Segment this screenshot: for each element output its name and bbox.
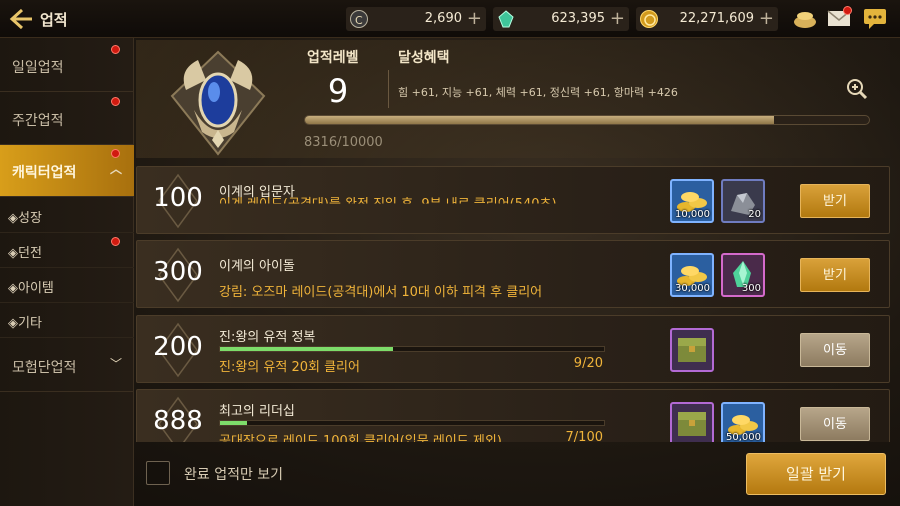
divider (388, 70, 389, 108)
sidebar-subitem-dungeon[interactable]: ◈던전 (0, 233, 134, 268)
notification-dot (843, 6, 852, 15)
claim-all-button[interactable]: 일괄 받기 (746, 453, 886, 495)
sidebar-subitem-growth[interactable]: ◈성장 (0, 198, 134, 233)
achievement-points: 300 (153, 257, 203, 287)
sidebar-item-adventure[interactable]: 모험단업적 ﹀ (0, 340, 134, 392)
c-coin-icon: C (350, 10, 368, 28)
zoom-in-icon[interactable] (846, 78, 868, 100)
reward-quantity: 20 (748, 209, 761, 220)
achievement-points: 888 (153, 406, 203, 436)
top-bar: 업적 C 2,690 + 623,395 + 22,271,609 + (0, 0, 900, 38)
bonus-text: 힘 +61, 지능 +61, 체력 +61, 정신력 +61, 항마력 +426 (398, 86, 678, 99)
notification-dot (111, 149, 120, 158)
achievement-progress-fill (220, 421, 247, 425)
achievement-desc: 강림: 오즈마 레이드(공격대)에서 10대 이하 피격 후 클리어 (219, 285, 543, 300)
notification-dot (111, 45, 120, 54)
gold-coins-icon[interactable]: 30,000 (670, 253, 714, 297)
metal-ore-icon[interactable]: 20 (721, 179, 765, 223)
sidebar-item-label: ◈기타 (8, 316, 42, 331)
gold-coin-icon (640, 10, 658, 28)
achievement-points: 200 (153, 332, 203, 362)
sidebar: 일일업적 주간업적 캐릭터업적 ︿ ◈성장 ◈던전 ◈아이템 ◈기타 모험단업적… (0, 38, 134, 506)
reward-quantity: 10,000 (675, 209, 710, 220)
completed-only-label: 완료 업적만 보기 (184, 467, 284, 483)
achievement-progress-text: 7/100 (565, 430, 603, 442)
reward-quantity: 300 (741, 283, 761, 294)
achievement-card: 300 이계의 아이돌 강림: 오즈마 레이드(공격대)에서 10대 이하 피격… (136, 240, 890, 308)
move-button[interactable]: 이동 (800, 407, 870, 441)
claim-button[interactable]: 받기 (800, 184, 870, 218)
currency-gold-coin: 22,271,609 + (636, 7, 778, 31)
currency-c-coin: C 2,690 + (346, 7, 486, 31)
gold-coins-icon[interactable]: 10,000 (670, 179, 714, 223)
achievement-progress-fill (220, 347, 393, 351)
sidebar-item-label: 일일업적 (12, 60, 64, 76)
plus-icon[interactable]: + (759, 8, 774, 29)
treasure-chest-icon[interactable] (670, 328, 714, 372)
achievement-progress-bar (219, 346, 605, 352)
achievement-progress-bar (219, 420, 605, 426)
achievement-title: 이계의 아이돌 (219, 259, 295, 274)
sidebar-item-label: ◈던전 (8, 246, 42, 261)
back-arrow-icon[interactable] (8, 7, 34, 31)
achievement-desc: 공대장으로 레이드 100회 클리어(입문 레이드 제외) (219, 434, 502, 442)
reward-quantity: 50,000 (726, 432, 761, 442)
plus-icon[interactable]: + (610, 8, 625, 29)
sidebar-subitem-etc[interactable]: ◈기타 (0, 303, 134, 338)
gold-coins-icon[interactable]: 50,000 (721, 402, 765, 442)
mail-icon[interactable] (826, 6, 852, 30)
achievement-title: 최고의 리더십 (219, 404, 295, 419)
plus-icon[interactable]: + (467, 8, 482, 29)
level-progress-bar (304, 115, 870, 125)
sidebar-item-weekly[interactable]: 주간업적 (0, 93, 134, 145)
achievement-list[interactable]: 100 이계의 입문자 이계 레이드(공격대)를 완전 진입 후, 9분 내로 … (136, 166, 890, 442)
page-title: 업적 (40, 11, 68, 29)
sidebar-item-label: 캐릭터업적 (12, 165, 77, 181)
treasure-pot-icon[interactable] (792, 6, 818, 30)
claim-button[interactable]: 받기 (800, 258, 870, 292)
sidebar-item-label: 모험단업적 (12, 360, 77, 376)
chevron-up-icon: ︿ (109, 162, 122, 176)
completed-only-checkbox[interactable] (146, 461, 170, 485)
level-title: 업적레벨 (307, 50, 359, 66)
notification-dot (111, 237, 120, 246)
move-button[interactable]: 이동 (800, 333, 870, 367)
currency-green-gem: 623,395 + (493, 7, 629, 31)
bonus-title: 달성혜택 (398, 50, 450, 66)
level-progress-text: 8316/10000 (304, 135, 383, 150)
svg-text:C: C (355, 14, 363, 27)
gold-coin-value: 22,271,609 (679, 11, 754, 26)
achievement-desc: 진:왕의 유적 20회 클리어 (219, 360, 360, 375)
sidebar-item-label: 주간업적 (12, 113, 64, 129)
achievement-title: 진:왕의 유적 정복 (219, 330, 316, 345)
sidebar-item-label: ◈아이템 (8, 281, 54, 296)
level-value: 9 (327, 72, 349, 110)
sidebar-item-daily[interactable]: 일일업적 (0, 40, 134, 92)
c-coin-value: 2,690 (424, 11, 462, 26)
achievement-emblem-icon (168, 50, 268, 158)
achievement-desc: 이계 레이드(공격대)를 완전 진입 후, 9분 내로 클리어(540초) (219, 197, 557, 212)
achievement-points: 100 (153, 183, 203, 213)
achievement-card: 200 진:왕의 유적 정복 진:왕의 유적 20회 클리어 9/20 이동 (136, 315, 890, 383)
chat-icon[interactable] (862, 6, 888, 30)
level-progress-fill (305, 116, 775, 124)
sidebar-item-label: ◈성장 (8, 211, 42, 226)
green-gem-value: 623,395 (551, 11, 605, 26)
achievement-card: 100 이계의 입문자 이계 레이드(공격대)를 완전 진입 후, 9분 내로 … (136, 166, 890, 234)
sidebar-item-character[interactable]: 캐릭터업적 ︿ (0, 145, 134, 197)
chevron-down-icon: ﹀ (109, 357, 122, 371)
treasure-chest-icon[interactable] (670, 402, 714, 442)
achievement-card: 888 최고의 리더십 공대장으로 레이드 100회 클리어(입문 레이드 제외… (136, 389, 890, 442)
sidebar-subitem-item[interactable]: ◈아이템 (0, 268, 134, 303)
green-gem-icon (497, 10, 515, 28)
achievement-progress-text: 9/20 (573, 356, 603, 371)
notification-dot (111, 97, 120, 106)
crystal-icon[interactable]: 300 (721, 253, 765, 297)
reward-quantity: 30,000 (675, 283, 710, 294)
